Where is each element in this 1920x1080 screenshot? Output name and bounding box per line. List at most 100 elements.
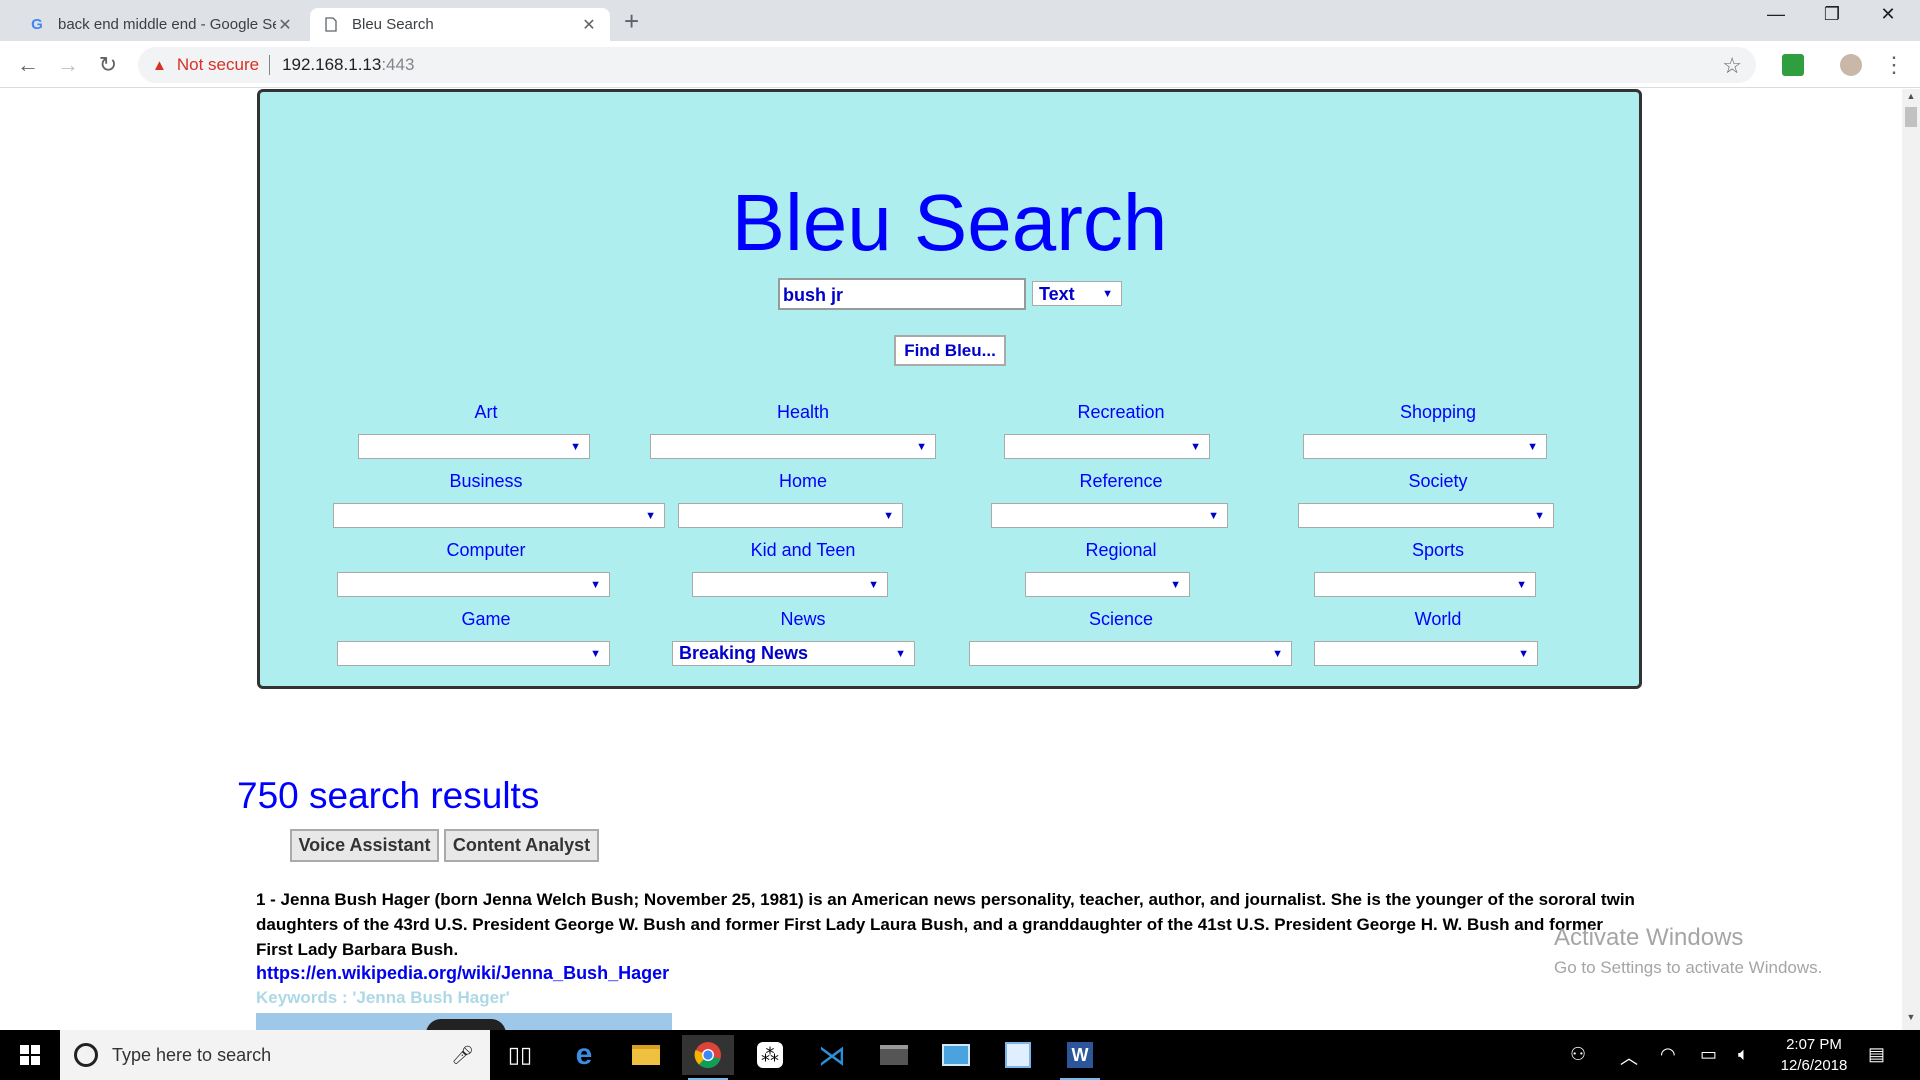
dropdown-arrow-icon: ▼ xyxy=(590,647,601,660)
category-select-home[interactable]: ▼ xyxy=(678,503,903,528)
search-type-value: Text xyxy=(1039,284,1075,304)
security-label[interactable]: Not secure xyxy=(177,55,259,75)
chrome-icon[interactable] xyxy=(682,1035,734,1080)
category-select-regional[interactable]: ▼ xyxy=(1025,572,1190,597)
search-panel: Bleu Search bush jr Text ▼ Find Bleu... … xyxy=(257,89,1642,689)
menu-icon[interactable]: ⋮ xyxy=(1880,51,1908,79)
slack-icon[interactable]: ⁂ xyxy=(744,1035,796,1075)
dropdown-arrow-icon: ▼ xyxy=(590,578,601,591)
address-bar[interactable]: ▲ Not secure 192.168.1.13:443 ☆ xyxy=(138,47,1756,83)
people-icon[interactable]: ⚇ xyxy=(1570,1044,1586,1065)
close-tab-icon[interactable]: ✕ xyxy=(580,15,598,35)
category-select-shopping[interactable]: ▼ xyxy=(1303,434,1547,459)
notification-icon[interactable]: ▤ xyxy=(1868,1044,1885,1065)
task-view-icon[interactable]: ▯▯ xyxy=(494,1035,546,1075)
image-content xyxy=(426,1019,506,1030)
category-label-kid-and-teen: Kid and Teen xyxy=(750,540,856,560)
category-select-game[interactable]: ▼ xyxy=(337,641,610,666)
restore-icon[interactable]: ❐ xyxy=(1804,4,1860,25)
outlook-icon[interactable] xyxy=(930,1035,982,1075)
category-select-science[interactable]: ▼ xyxy=(969,641,1292,666)
page-scrollbar[interactable]: ▲ ▼ xyxy=(1902,89,1920,1030)
windows-taskbar: Type here to search 🎤︎ ▯▯ e ⁂ ⋊ W ⚇ ︿ ◠ … xyxy=(0,1030,1920,1080)
terminal-glyph xyxy=(880,1045,908,1065)
category-select-world[interactable]: ▼ xyxy=(1314,641,1538,666)
dropdown-arrow-icon: ▼ xyxy=(868,578,879,591)
reload-icon[interactable]: ↻ xyxy=(94,51,122,79)
tab-title: back end middle end - Google Se xyxy=(58,16,276,33)
file-explorer-icon[interactable] xyxy=(620,1035,672,1075)
back-icon[interactable]: ← xyxy=(14,51,42,79)
voice-assistant-button[interactable]: Voice Assistant xyxy=(290,829,439,862)
minimize-icon[interactable]: — xyxy=(1748,4,1804,25)
taskbar-search-box[interactable]: Type here to search 🎤︎ xyxy=(60,1030,490,1080)
result-link[interactable]: https://en.wikipedia.org/wiki/Jenna_Bush… xyxy=(256,963,669,984)
dropdown-arrow-icon: ▼ xyxy=(1102,287,1113,300)
category-select-art[interactable]: ▼ xyxy=(358,434,590,459)
volume-icon[interactable]: 🔈︎ xyxy=(1738,1044,1749,1065)
find-bleu-button[interactable]: Find Bleu... xyxy=(894,335,1006,366)
dropdown-arrow-icon: ▼ xyxy=(1518,647,1529,660)
tab-google-search[interactable]: G back end middle end - Google Se ✕ xyxy=(16,8,306,41)
category-select-health[interactable]: ▼ xyxy=(650,434,936,459)
terminal-icon[interactable] xyxy=(868,1035,920,1075)
tab-title: Bleu Search xyxy=(352,16,434,33)
category-select-computer[interactable]: ▼ xyxy=(337,572,610,597)
cors-extension-icon[interactable] xyxy=(1782,54,1804,76)
warning-icon: ▲ xyxy=(152,56,167,74)
dropdown-arrow-icon: ▼ xyxy=(1516,578,1527,591)
dropdown-arrow-icon: ▼ xyxy=(916,440,927,453)
word-icon[interactable]: W xyxy=(1054,1035,1106,1080)
folder-shape xyxy=(632,1045,660,1065)
page-title: Bleu Search xyxy=(731,178,1168,267)
profile-avatar[interactable] xyxy=(1840,54,1862,76)
category-label-news: News xyxy=(780,609,826,629)
category-select-kid-and-teen[interactable]: ▼ xyxy=(692,572,888,597)
cortana-icon xyxy=(74,1043,98,1067)
forward-icon[interactable]: → xyxy=(54,51,82,79)
vscode-icon[interactable]: ⋊ xyxy=(806,1035,858,1075)
category-select-value: Breaking News xyxy=(679,643,809,663)
taskbar-clock[interactable]: 2:07 PM 12/6/2018 xyxy=(1776,1034,1852,1076)
bookmark-star-icon[interactable]: ☆ xyxy=(1722,53,1742,79)
content-analyst-button[interactable]: Content Analyst xyxy=(444,829,599,862)
category-select-news[interactable]: Breaking News ▼ xyxy=(672,641,915,666)
taskbar-search-placeholder: Type here to search xyxy=(112,1044,272,1065)
category-label-shopping: Shopping xyxy=(1399,402,1477,422)
category-select-society[interactable]: ▼ xyxy=(1298,503,1554,528)
watermark-title: Activate Windows xyxy=(1554,924,1744,951)
search-input[interactable]: bush jr xyxy=(778,278,1026,310)
url-host: 192.168.1.13 xyxy=(282,55,382,74)
edge-icon[interactable]: e xyxy=(558,1035,610,1075)
tab-strip: G back end middle end - Google Se ✕ Bleu… xyxy=(0,0,1920,41)
dropdown-arrow-icon: ▼ xyxy=(1190,440,1201,453)
paint-icon[interactable] xyxy=(992,1035,1044,1075)
outlook-glyph xyxy=(942,1044,970,1066)
category-select-reference[interactable]: ▼ xyxy=(991,503,1228,528)
category-label-society: Society xyxy=(1408,471,1468,491)
show-hidden-icons-icon[interactable]: ︿ xyxy=(1620,1044,1638,1070)
wifi-icon[interactable]: ◠ xyxy=(1660,1044,1676,1065)
close-window-icon[interactable]: ✕ xyxy=(1860,4,1916,25)
category-select-sports[interactable]: ▼ xyxy=(1314,572,1536,597)
dropdown-arrow-icon: ▼ xyxy=(1534,509,1545,522)
close-tab-icon[interactable]: ✕ xyxy=(276,15,294,35)
battery-icon[interactable]: ▭ xyxy=(1700,1044,1717,1065)
category-select-business[interactable]: ▼ xyxy=(333,503,665,528)
scrollbar-thumb[interactable] xyxy=(1905,107,1917,127)
category-label-business: Business xyxy=(449,471,523,491)
start-button[interactable] xyxy=(0,1030,60,1080)
category-label-game: Game xyxy=(461,609,511,629)
scroll-down-icon[interactable]: ▼ xyxy=(1902,1012,1920,1028)
tab-bleu-search[interactable]: Bleu Search ✕ xyxy=(310,8,610,41)
category-select-recreation[interactable]: ▼ xyxy=(1004,434,1210,459)
category-label-art: Art xyxy=(474,402,498,422)
scroll-up-icon[interactable]: ▲ xyxy=(1902,91,1920,107)
divider xyxy=(269,55,271,75)
word-glyph: W xyxy=(1067,1042,1093,1068)
dropdown-arrow-icon: ▼ xyxy=(570,440,581,453)
microphone-icon[interactable]: 🎤︎ xyxy=(451,1045,474,1066)
search-type-select[interactable]: Text ▼ xyxy=(1032,281,1122,306)
new-tab-icon[interactable]: + xyxy=(624,6,639,37)
dropdown-arrow-icon: ▼ xyxy=(1208,509,1219,522)
